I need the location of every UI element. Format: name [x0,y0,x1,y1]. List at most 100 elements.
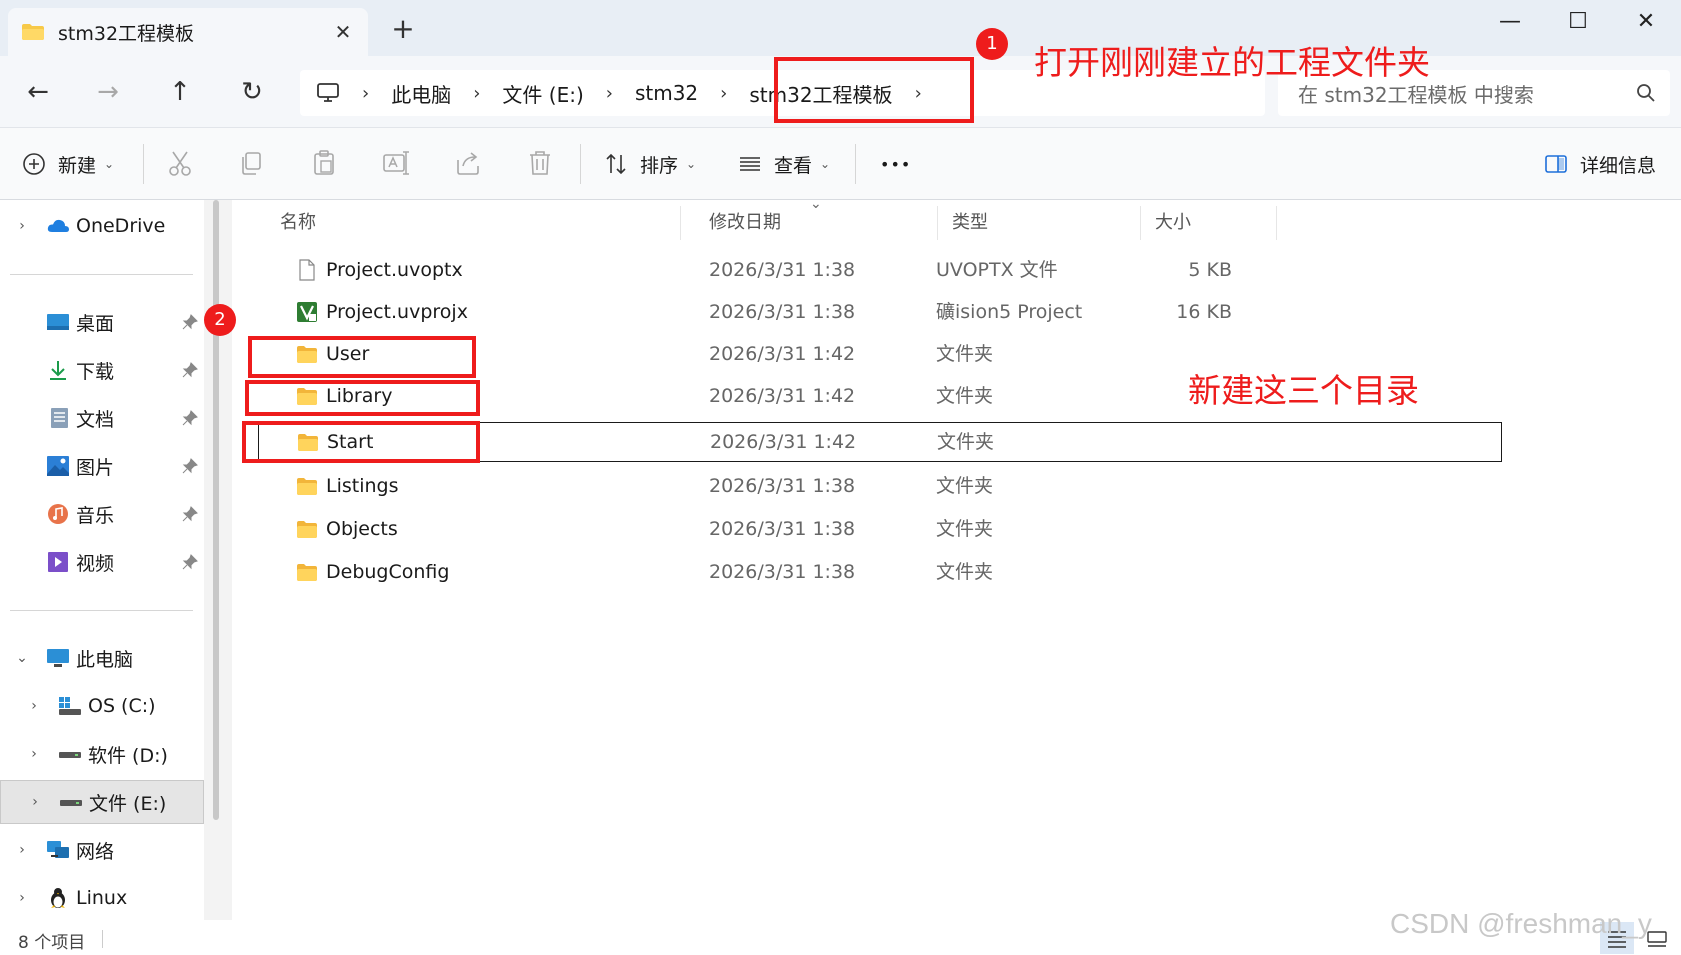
plus-circle-icon [23,153,45,175]
monitor-icon[interactable] [316,83,340,103]
file-type: 文件夹 [936,475,994,497]
sort-label: 排序 [640,154,679,177]
sidebar-item-network[interactable]: › 网络 [0,828,204,872]
sort-button[interactable]: 排序 ⌄ [604,148,696,180]
file-modified: 2026/3/31 1:38 [709,301,856,323]
sidebar-item-drive-c[interactable]: › OS (C:) [0,684,204,728]
folder-row-debugconfig[interactable]: DebugConfig 2026/3/31 1:38 文件夹 [244,552,1504,592]
picture-icon [47,456,69,476]
pin-icon[interactable] [182,362,198,378]
annotation-box-user [248,336,476,378]
cloud-icon [47,219,69,232]
more-options-button[interactable]: ••• [880,148,911,180]
sort-icon [606,153,626,175]
paste-icon[interactable] [309,148,339,178]
column-header-name[interactable]: 名称 [266,206,681,240]
chevron-right-icon[interactable]: › [26,698,42,714]
file-type: 文件夹 [936,385,994,407]
list-view-icon [740,157,760,171]
divider [143,144,144,184]
sidebar-item-documents[interactable]: 文档 [0,396,204,440]
breadcrumb-separator-icon[interactable]: › [473,83,480,104]
breadcrumb-drive-e[interactable]: 文件 (E:) [502,79,583,108]
delete-icon[interactable] [525,148,555,178]
file-row-project-uvprojx[interactable]: Project.uvprojx 2026/3/31 1:38 礦ision5 P… [244,292,1504,332]
sidebar-item-drive-d[interactable]: › 软件 (D:) [0,732,204,776]
sidebar-item-linux[interactable]: › Linux [0,876,204,920]
new-button[interactable]: 新建 ⌄ [22,148,114,180]
watermark: CSDN @freshman_y [1390,908,1652,939]
pin-icon[interactable] [182,410,198,426]
tab-stm32-template[interactable]: stm32工程模板 ✕ [8,8,368,56]
command-bar: 新建 ⌄ 排序 ⌄ 查看 ⌄ ••• 详细信息 [0,128,1681,200]
chevron-right-icon[interactable]: › [26,746,42,762]
annotation-box-breadcrumb [774,57,974,123]
chevron-right-icon[interactable]: › [14,842,30,858]
sidebar-item-desktop[interactable]: 桌面 [0,300,204,344]
sidebar-scrollbar[interactable] [213,200,219,820]
sidebar-label: 网络 [76,840,115,863]
divider [855,144,856,184]
sidebar-label: 文件 (E:) [89,792,167,815]
sidebar-item-music[interactable]: 音乐 [0,492,204,536]
file-type: 礦ision5 Project [936,301,1083,323]
divider [102,930,103,948]
file-name: Objects [326,518,398,540]
sidebar-item-onedrive[interactable]: › OneDrive [0,204,204,248]
search-icon[interactable] [1636,83,1656,103]
sidebar-item-videos[interactable]: 视频 [0,540,204,584]
annotation-text-new-dirs: 新建这三个目录 [1188,371,1419,410]
breadcrumb-this-pc[interactable]: 此电脑 [391,79,451,108]
rename-icon[interactable] [381,148,411,178]
sidebar-item-drive-e[interactable]: › 文件 (E:) [0,780,204,824]
breadcrumb-separator-icon[interactable]: › [720,83,727,104]
column-header-size[interactable]: 大小 [1141,206,1277,240]
share-icon[interactable] [453,148,483,178]
breadcrumb-separator-icon[interactable]: › [606,83,613,104]
maximize-button[interactable]: ☐ [1548,4,1608,40]
pin-icon[interactable] [182,506,198,522]
tab-title: stm32工程模板 [58,22,195,45]
new-tab-button[interactable]: + [390,14,416,44]
sidebar-item-pictures[interactable]: 图片 [0,444,204,488]
chevron-right-icon[interactable]: › [27,794,43,810]
minimize-button[interactable]: — [1480,4,1540,40]
network-icon [47,841,69,858]
view-button[interactable]: 查看 ⌄ [738,148,830,180]
folder-icon [297,564,317,581]
refresh-button[interactable]: ↻ [232,72,272,112]
sidebar-item-this-pc[interactable]: ⌄ 此电脑 [0,636,204,680]
sidebar-label: 此电脑 [76,648,134,671]
file-modified: 2026/3/31 1:38 [709,518,856,540]
up-button[interactable]: ↑ [160,72,200,112]
pin-icon[interactable] [182,554,198,570]
copy-icon[interactable] [237,148,267,178]
close-tab-icon[interactable]: ✕ [332,20,354,44]
file-name: Project.uvprojx [326,301,468,323]
sidebar-label: OneDrive [76,215,166,237]
column-header-type[interactable]: 类型 [938,206,1141,240]
column-header-label: 修改日期 [709,212,781,233]
close-window-button[interactable]: ✕ [1616,4,1676,40]
details-pane-button[interactable]: 详细信息 [1544,148,1656,180]
folder-row-listings[interactable]: Listings 2026/3/31 1:38 文件夹 [244,466,1504,506]
sidebar-label: 音乐 [76,504,115,527]
video-icon [48,552,68,572]
chevron-right-icon[interactable]: › [14,218,30,234]
sidebar-label: 文档 [76,408,115,431]
back-button[interactable]: ← [18,72,58,112]
breadcrumb-separator-icon[interactable]: › [362,83,369,104]
chevron-right-icon[interactable]: › [14,890,30,906]
cut-icon[interactable] [165,148,195,178]
folder-row-objects[interactable]: Objects 2026/3/31 1:38 文件夹 [244,509,1504,549]
forward-button[interactable]: → [88,72,128,112]
chevron-down-icon: ⌄ [686,157,697,171]
file-name: DebugConfig [326,561,450,583]
chevron-down-icon[interactable]: ⌄ [14,650,30,666]
sidebar-item-downloads[interactable]: 下载 [0,348,204,392]
pin-icon[interactable] [182,314,198,330]
divider [580,144,581,184]
pin-icon[interactable] [182,458,198,474]
file-row-project-uvoptx[interactable]: Project.uvoptx 2026/3/31 1:38 UVOPTX 文件 … [244,250,1504,290]
breadcrumb-stm32[interactable]: stm32 [635,81,698,105]
